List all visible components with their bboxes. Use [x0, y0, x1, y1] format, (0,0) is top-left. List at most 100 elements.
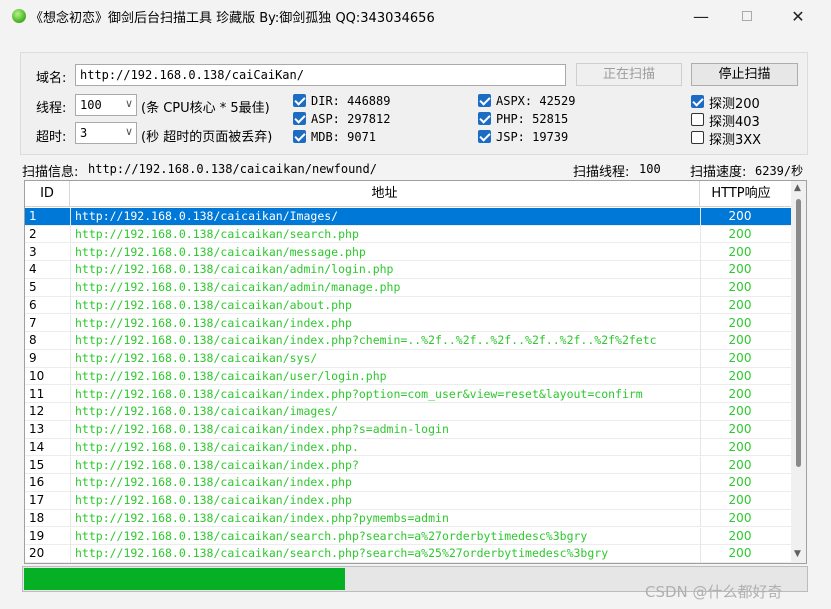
row-id: 18 [29, 510, 45, 525]
row-url: http://192.168.0.138/caicaikan/search.ph… [75, 546, 609, 561]
row-id: 6 [29, 297, 37, 312]
dict-asp-checkbox[interactable] [293, 112, 306, 125]
row-id: 9 [29, 351, 37, 365]
row-id: 8 [29, 333, 37, 348]
row-http-code: 200 [728, 528, 752, 543]
table-row[interactable]: 18 http://192.168.0.138/caicaikan/index.p… [25, 509, 792, 528]
row-id: 7 [29, 315, 37, 330]
table-row[interactable]: 9 http://192.168.0.138/caicaikan/sys/200 [25, 350, 792, 368]
table-row[interactable]: 17 http://192.168.0.138/caicaikan/index.p… [25, 492, 792, 510]
row-id: 20 [29, 546, 45, 561]
row-http-code: 200 [728, 422, 752, 436]
row-http-code: 200 [728, 226, 752, 241]
column-header-http-response[interactable]: HTTP响应 [700, 181, 782, 207]
probe-403-checkbox[interactable] [691, 113, 704, 126]
table-row[interactable]: 10 http://192.168.0.138/caicaikan/user/lo… [25, 367, 792, 386]
dict-jsp-checkbox[interactable] [478, 130, 491, 143]
table-row[interactable]: 4 http://192.168.0.138/caicaikan/admin/lo… [25, 261, 792, 279]
scroll-down-icon[interactable]: ▼ [794, 549, 801, 559]
row-id: 19 [29, 528, 45, 543]
column-header-address[interactable]: 地址 [70, 181, 700, 207]
row-url: http://192.168.0.138/caicaikan/message.p… [75, 244, 366, 259]
table-row[interactable]: 5 http://192.168.0.138/caicaikan/admin/ma… [25, 279, 792, 297]
column-header-id[interactable]: ID [25, 181, 70, 207]
dict-jsp-label: JSP: 19739 [496, 130, 569, 144]
table-row[interactable]: 1 http://192.168.0.138/caicaikan/Images/2… [25, 208, 792, 226]
threads-select[interactable]: 100 ∨ [75, 94, 137, 116]
scan-threads-label: 扫描线程: [573, 165, 630, 180]
row-id: 14 [29, 439, 45, 454]
row-id: 3 [29, 244, 37, 259]
row-http-code: 200 [728, 262, 752, 277]
row-http-code: 200 [728, 510, 752, 525]
table-row[interactable]: 15 http://192.168.0.138/caicaikan/index.p… [25, 456, 792, 475]
table-row[interactable]: 3 http://192.168.0.138/caicaikan/message.… [25, 243, 792, 262]
row-http-code: 200 [728, 368, 752, 383]
table-row[interactable]: 20 http://192.168.0.138/caicaikan/search.… [25, 545, 792, 563]
row-url: http://192.168.0.138/caicaikan/index.php… [75, 457, 359, 472]
probe-3xx-checkbox[interactable] [691, 131, 704, 144]
row-url: http://192.168.0.138/caicaikan/index.php… [75, 386, 643, 401]
scan-threads-value: 100 [639, 162, 661, 176]
row-id: 10 [29, 368, 45, 383]
vertical-scrollbar[interactable]: ▲ ▼ [791, 181, 806, 563]
row-http-code: 200 [728, 333, 752, 348]
scan-info-label: 扫描信息: [22, 165, 79, 180]
table-row[interactable]: 8 http://192.168.0.138/caicaikan/index.ph… [25, 332, 792, 350]
table-row[interactable]: 19 http://192.168.0.138/caicaikan/search.… [25, 527, 792, 546]
timeout-select[interactable]: 3 ∨ [75, 122, 137, 144]
row-http-code: 200 [728, 404, 752, 419]
table-row[interactable]: 6 http://192.168.0.138/caicaikan/about.ph… [25, 296, 792, 315]
title-bar: 《想念初恋》御剑后台扫描工具 珍藏版 By:御剑孤独 QQ:343034656 … [0, 0, 831, 32]
dict-aspx-checkbox[interactable] [478, 94, 491, 107]
row-http-code: 200 [728, 280, 752, 294]
row-id: 2 [29, 226, 37, 241]
row-url: http://192.168.0.138/caicaikan/admin/man… [75, 280, 401, 294]
row-url: http://192.168.0.138/caicaikan/sys/ [75, 351, 318, 365]
table-row[interactable]: 2 http://192.168.0.138/caicaikan/search.p… [25, 225, 792, 244]
table-row[interactable]: 12 http://192.168.0.138/caicaikan/images/… [25, 403, 792, 421]
table-row[interactable]: 13 http://192.168.0.138/caicaikan/index.p… [25, 421, 792, 439]
row-url: http://192.168.0.138/caicaikan/user/logi… [75, 368, 387, 383]
table-row[interactable]: 14 http://192.168.0.138/caicaikan/index.p… [25, 438, 792, 457]
maximize-button[interactable] [724, 0, 770, 32]
row-id: 1 [29, 209, 37, 223]
minimize-button[interactable]: — [678, 0, 724, 32]
results-table[interactable]: ID 地址 HTTP响应 1 http://192.168.0.138/caica… [24, 180, 807, 564]
table-row[interactable]: 7 http://192.168.0.138/caicaikan/index.ph… [25, 314, 792, 333]
table-row[interactable]: 16 http://192.168.0.138/caicaikan/index.p… [25, 474, 792, 492]
scan-speed-label: 扫描速度: [690, 165, 747, 180]
stop-scan-button[interactable]: 停止扫描 [691, 63, 798, 86]
window-title: 《想念初恋》御剑后台扫描工具 珍藏版 By:御剑孤独 QQ:343034656 [30, 11, 435, 26]
domain-input[interactable]: http://192.168.0.138/caiCaiKan/ [75, 64, 566, 86]
probe-200-checkbox[interactable] [691, 95, 704, 108]
dict-php-checkbox[interactable] [478, 112, 491, 125]
dict-asp-label: ASP: 297812 [311, 112, 391, 126]
progress-fill [24, 568, 345, 590]
dict-dir-label: DIR: 446889 [311, 94, 391, 108]
dict-mdb-checkbox[interactable] [293, 130, 306, 143]
row-url: http://192.168.0.138/caicaikan/index.php [75, 315, 352, 330]
threads-label: 线程: [36, 101, 67, 116]
table-row[interactable]: 11 http://192.168.0.138/caicaikan/index.p… [25, 385, 792, 404]
threads-hint: (条 CPU核心 * 5最佳) [141, 101, 270, 116]
scroll-up-icon[interactable]: ▲ [794, 183, 801, 193]
domain-label: 域名: [36, 71, 67, 86]
scan-button[interactable]: 正在扫描 [576, 63, 682, 86]
row-http-code: 200 [728, 439, 752, 454]
row-id: 12 [29, 404, 45, 419]
row-id: 15 [29, 457, 45, 472]
row-http-code: 200 [728, 351, 752, 365]
close-button[interactable]: ✕ [775, 0, 821, 32]
row-url: http://192.168.0.138/caicaikan/index.php… [75, 510, 449, 525]
row-url: http://192.168.0.138/caicaikan/Images/ [75, 209, 339, 223]
row-url: http://192.168.0.138/caicaikan/index.php… [75, 422, 449, 436]
timeout-label: 超时: [36, 130, 67, 145]
scrollbar-thumb[interactable] [796, 199, 801, 467]
row-http-code: 200 [728, 209, 752, 223]
scan-info-value: http://192.168.0.138/caicaikan/newfound/ [88, 162, 377, 176]
row-url: http://192.168.0.138/caicaikan/search.ph… [75, 528, 588, 543]
row-http-code: 200 [728, 457, 752, 472]
threads-select-value: 100 [80, 98, 102, 112]
dict-dir-checkbox[interactable] [293, 94, 306, 107]
